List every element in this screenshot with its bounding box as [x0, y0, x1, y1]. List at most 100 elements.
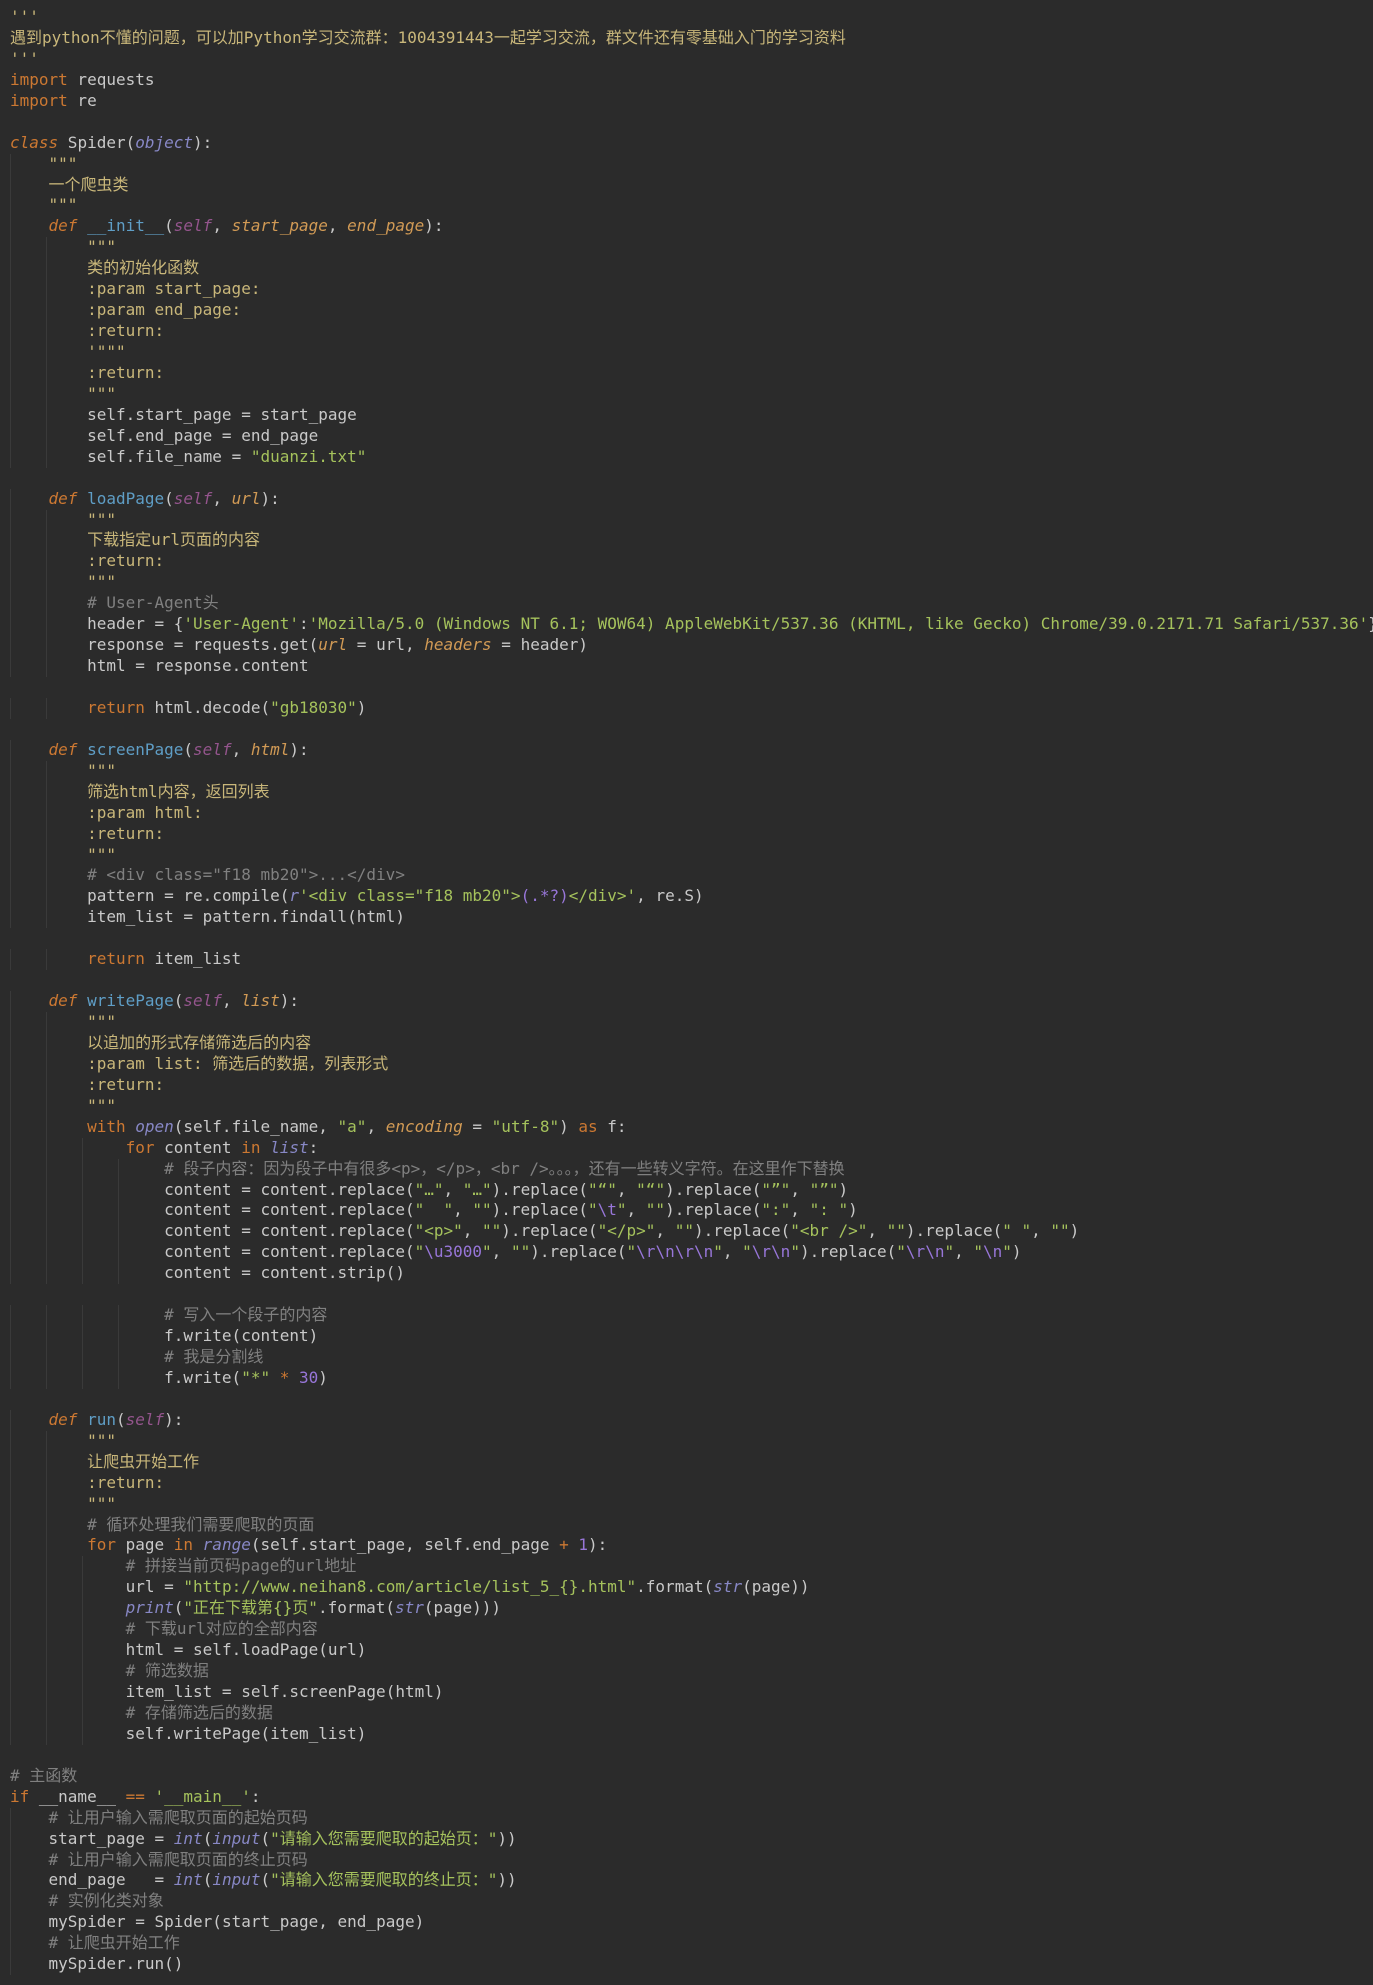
code-line[interactable]: import re — [0, 91, 1373, 112]
code-line[interactable] — [0, 1745, 1373, 1766]
code-line[interactable]: """ — [0, 1012, 1373, 1033]
code-line[interactable]: for content in list: — [0, 1137, 1373, 1159]
code-line[interactable] — [0, 1389, 1373, 1410]
code-line[interactable]: self.file_name = "duanzi.txt" — [0, 446, 1373, 468]
code-line[interactable]: html = self.loadPage(url) — [0, 1640, 1373, 1662]
code-line[interactable]: for page in range(self.start_page, self.… — [0, 1535, 1373, 1557]
code-line[interactable]: 下载指定url页面的内容 — [0, 530, 1373, 552]
code-line[interactable]: """ — [0, 237, 1373, 259]
code-editor[interactable]: ''' 遇到python不懂的问题，可以加Python学习交流群：10043914… — [0, 0, 1373, 1985]
code-line[interactable]: pattern = re.compile(r'<div class="f18 m… — [0, 886, 1373, 908]
code-line[interactable]: :return: — [0, 1472, 1373, 1494]
code-line[interactable]: mySpider.run() — [0, 1954, 1373, 1976]
code-line[interactable]: 让爬虫开始工作 — [0, 1451, 1373, 1473]
code-line[interactable] — [0, 468, 1373, 489]
code-line[interactable]: '""" — [0, 342, 1373, 363]
code-line[interactable]: """ — [0, 383, 1373, 405]
code-line[interactable]: :return: — [0, 551, 1373, 573]
code-line[interactable]: # 让用户输入需爬取页面的终止页码 — [0, 1849, 1373, 1871]
code-line[interactable]: # 段子内容：因为段子中有很多<p>，</p>，<br />。。。，还有一些转义… — [0, 1158, 1373, 1180]
code-line[interactable]: """ — [0, 844, 1373, 866]
indent-guide — [10, 174, 11, 196]
code-line[interactable]: url = "http://www.neihan8.com/article/li… — [0, 1577, 1373, 1599]
code-line[interactable]: ''' — [0, 49, 1373, 70]
code-token: """ — [87, 572, 116, 592]
code-line[interactable]: mySpider = Spider(start_page, end_page) — [0, 1912, 1373, 1934]
code-line[interactable]: # 实例化类对象 — [0, 1891, 1373, 1913]
code-line[interactable]: # 让爬虫开始工作 — [0, 1933, 1373, 1955]
code-line[interactable]: # 主函数 — [0, 1766, 1373, 1787]
code-line[interactable]: item_list = pattern.findall(html) — [0, 907, 1373, 929]
code-line[interactable]: :return: — [0, 362, 1373, 384]
code-line[interactable]: content = content.replace("\u3000", "").… — [0, 1242, 1373, 1264]
code-line[interactable] — [0, 112, 1373, 133]
code-line[interactable]: # <div class="f18 mb20">...</div> — [0, 865, 1373, 887]
code-line[interactable]: :param html: — [0, 802, 1373, 824]
code-line[interactable]: """ — [0, 153, 1373, 175]
code-line[interactable]: if __name__ == '__main__': — [0, 1787, 1373, 1808]
code-line[interactable]: return item_list — [0, 949, 1373, 971]
code-line[interactable]: """ — [0, 195, 1373, 217]
code-line[interactable]: # 筛选数据 — [0, 1661, 1373, 1682]
code-line[interactable]: def writePage(self, list): — [0, 991, 1373, 1012]
code-line[interactable]: self.start_page = start_page — [0, 404, 1373, 426]
code-line[interactable]: 类的初始化函数 — [0, 258, 1373, 280]
code-line[interactable]: f.write(content) — [0, 1326, 1373, 1347]
code-line[interactable]: ''' — [0, 7, 1373, 28]
code-line[interactable] — [0, 719, 1373, 740]
code-line[interactable]: content = content.replace("…", "…").repl… — [0, 1179, 1373, 1201]
code-line[interactable]: # 存储筛选后的数据 — [0, 1702, 1373, 1724]
code-line[interactable]: item_list = self.screenPage(html) — [0, 1682, 1373, 1703]
code-line[interactable]: class Spider(object): — [0, 133, 1373, 154]
code-line[interactable]: html = response.content — [0, 656, 1373, 677]
code-line[interactable]: """ — [0, 509, 1373, 531]
code-line[interactable]: content = content.replace("<p>", "").rep… — [0, 1221, 1373, 1243]
code-line[interactable]: self.end_page = end_page — [0, 425, 1373, 447]
code-line[interactable] — [0, 677, 1373, 698]
code-line[interactable]: def screenPage(self, html): — [0, 739, 1373, 761]
code-line[interactable]: with open(self.file_name, "a", encoding … — [0, 1116, 1373, 1138]
code-line[interactable]: def run(self): — [0, 1409, 1373, 1431]
code-line[interactable]: """ — [0, 1493, 1373, 1515]
code-line[interactable]: header = {'User-Agent':'Mozilla/5.0 (Win… — [0, 614, 1373, 636]
code-line[interactable]: :param list: 筛选后的数据，列表形式 — [0, 1053, 1373, 1075]
code-line[interactable]: :param end_page: — [0, 300, 1373, 322]
code-line[interactable]: # User-Agent头 — [0, 593, 1373, 615]
code-line[interactable]: def __init__(self, start_page, end_page)… — [0, 216, 1373, 238]
code-line[interactable]: 以追加的形式存储筛选后的内容 — [0, 1032, 1373, 1054]
code-line[interactable]: :return: — [0, 823, 1373, 845]
code-line[interactable]: # 我是分割线 — [0, 1347, 1373, 1368]
code-line[interactable]: :return: — [0, 1074, 1373, 1096]
code-line[interactable]: f.write("*" * 30) — [0, 1367, 1373, 1389]
code-line[interactable]: 遇到python不懂的问题，可以加Python学习交流群：1004391443一… — [0, 28, 1373, 49]
code-token: Spider( — [58, 132, 136, 152]
code-line[interactable]: def loadPage(self, url): — [0, 488, 1373, 510]
code-line[interactable]: """ — [0, 572, 1373, 594]
code-line[interactable]: # 循环处理我们需要爬取的页面 — [0, 1514, 1373, 1536]
code-line[interactable]: # 下载url对应的全部内容 — [0, 1619, 1373, 1641]
code-line[interactable]: # 让用户输入需爬取页面的起始页码 — [0, 1807, 1373, 1829]
code-line[interactable] — [0, 928, 1373, 949]
code-line[interactable]: content = content.replace(" ", "").repla… — [0, 1200, 1373, 1222]
code-line[interactable]: content = content.strip() — [0, 1263, 1373, 1285]
code-line[interactable]: # 写入一个段子的内容 — [0, 1305, 1373, 1327]
code-line[interactable]: """ — [0, 1095, 1373, 1117]
indent-guide — [10, 258, 11, 280]
code-line[interactable]: :param start_page: — [0, 279, 1373, 301]
code-line[interactable]: self.writePage(item_list) — [0, 1723, 1373, 1745]
code-line[interactable] — [0, 970, 1373, 991]
code-token: \u3000 — [424, 1242, 483, 1262]
code-line[interactable]: :return: — [0, 321, 1373, 342]
code-line[interactable]: # 拼接当前页码page的url地址 — [0, 1556, 1373, 1578]
code-line[interactable]: response = requests.get(url = url, heade… — [0, 635, 1373, 657]
code-line[interactable]: 筛选html内容，返回列表 — [0, 781, 1373, 803]
code-line[interactable]: 一个爬虫类 — [0, 174, 1373, 196]
code-line[interactable]: """ — [0, 1430, 1373, 1452]
code-line[interactable]: import requests — [0, 70, 1373, 91]
code-line[interactable]: print("正在下载第{}页".format(str(page))) — [0, 1598, 1373, 1620]
code-line[interactable] — [0, 1284, 1373, 1305]
code-line[interactable]: """ — [0, 760, 1373, 782]
code-line[interactable]: start_page = int(input("请输入您需要爬取的起始页：")) — [0, 1828, 1373, 1850]
code-line[interactable]: end_page = int(input("请输入您需要爬取的终止页：")) — [0, 1870, 1373, 1892]
code-line[interactable]: return html.decode("gb18030") — [0, 697, 1373, 719]
